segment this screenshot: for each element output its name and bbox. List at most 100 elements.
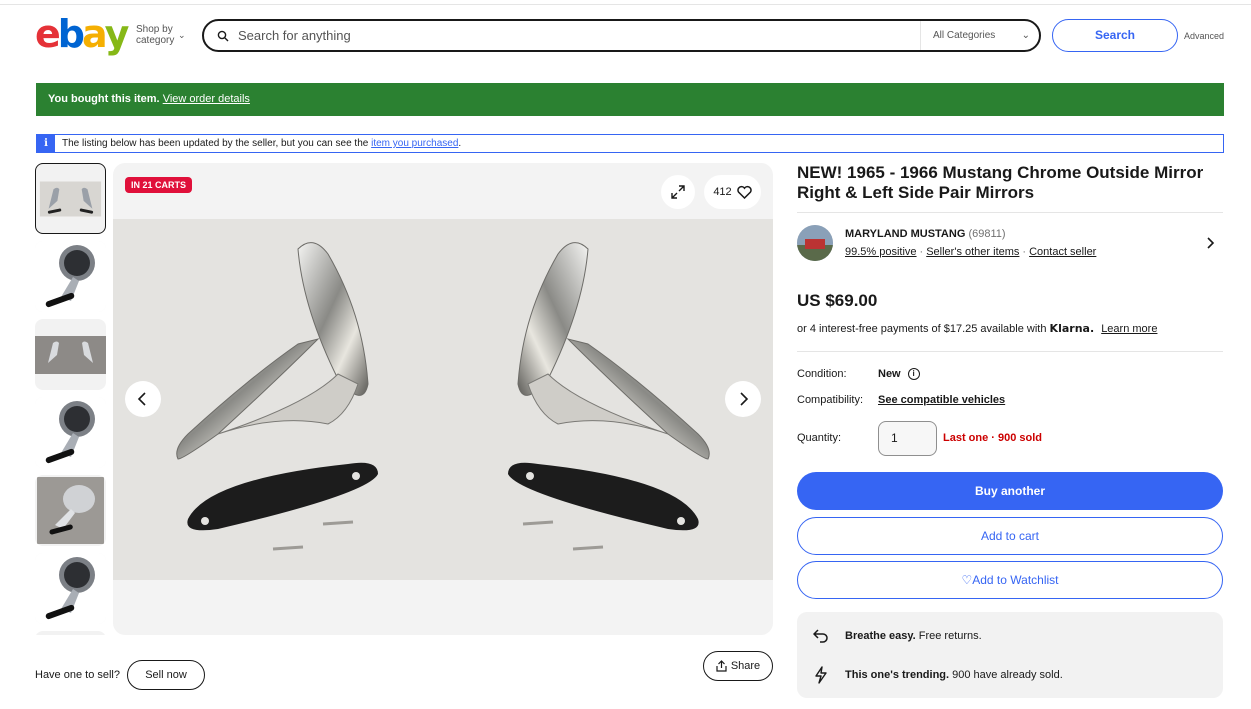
single-mirror-thumbnail-image — [35, 241, 106, 312]
see-compatible-vehicles-link[interactable]: See compatible vehicles — [878, 394, 1005, 406]
dot-separator: · — [919, 246, 924, 258]
logo-letter-a: a — [81, 12, 108, 56]
mirror-pair-alt-thumbnail-image — [35, 336, 106, 374]
mirror-closeup-thumbnail-image — [37, 477, 104, 544]
seller-avatar[interactable] — [797, 225, 833, 261]
view-order-link[interactable]: View order details — [163, 93, 250, 105]
seller-other-items-link[interactable]: Seller's other items — [926, 246, 1019, 258]
condition-value-text: New — [878, 368, 901, 380]
learn-more-link[interactable]: Learn more — [1101, 323, 1157, 335]
mirror-pair-thumbnail-image — [39, 181, 102, 217]
installment-info: or 4 interest-free payments of $17.25 av… — [797, 322, 1157, 335]
in-carts-badge: IN 21 CARTS — [125, 177, 193, 193]
search-bar[interactable]: Search for anything All Categories ⌄ — [202, 19, 1041, 52]
chevron-down-icon: ⌄ — [1021, 30, 1030, 41]
dot-separator: · — [1022, 246, 1027, 258]
compatibility-label: Compatibility: — [797, 394, 864, 406]
logo-letter-e: e — [35, 12, 61, 56]
perk-bold-text: Breathe easy. — [845, 630, 916, 642]
shop-by-line2: category — [136, 35, 175, 46]
thumbnail-5[interactable] — [35, 475, 106, 546]
seller-feedback-count: (69811) — [968, 228, 1006, 240]
sell-now-button[interactable]: Sell now — [127, 660, 205, 690]
item-purchased-link[interactable]: item you purchased — [371, 138, 458, 149]
notice-text: The listing below has been updated by th… — [62, 138, 461, 149]
advanced-search-link[interactable]: Advanced — [1184, 31, 1224, 41]
seller-positive-link[interactable]: 99.5% positive — [845, 246, 917, 258]
condition-value: New i — [878, 368, 920, 380]
watch-count-button[interactable]: 412 — [704, 175, 761, 209]
seller-logo-image — [797, 225, 833, 261]
single-mirror-thumbnail-image — [35, 397, 106, 468]
quantity-label: Quantity: — [797, 432, 842, 444]
expand-icon — [671, 185, 685, 199]
seller-name-text: MARYLAND MUSTANG — [845, 228, 966, 240]
perk-text: Free returns. — [918, 630, 982, 642]
category-select[interactable]: All Categories ⌄ — [920, 21, 1040, 50]
perk-trending: This one's trending. 900 have already so… — [811, 665, 1063, 685]
seller-name[interactable]: MARYLAND MUSTANG (69811) — [845, 228, 1006, 240]
contact-seller-link[interactable]: Contact seller — [1029, 246, 1096, 258]
heart-icon: ♡ — [961, 573, 973, 587]
notice-text-before: The listing below has been updated by th… — [62, 138, 369, 149]
item-price: US $69.00 — [797, 291, 878, 310]
seller-links: 99.5% positive · Seller's other items · Cont… — [845, 246, 1096, 258]
installment-text: or 4 interest-free payments of $17.25 av… — [797, 323, 1047, 335]
chevron-right-icon[interactable] — [1205, 236, 1215, 250]
sell-prompt-row: Have one to sell? Sell now — [35, 660, 205, 690]
condition-label: Condition: — [797, 368, 847, 380]
top-divider — [0, 4, 1251, 5]
thumbnail-1[interactable] — [35, 163, 106, 234]
listing-title: NEW! 1965 - 1966 Mustang Chrome Outside … — [797, 163, 1204, 202]
bought-text: You bought this item. — [48, 93, 160, 105]
chevron-left-icon — [137, 392, 146, 406]
perk-free-returns: Breathe easy. Free returns. — [811, 626, 982, 646]
perk-text: 900 have already sold. — [952, 669, 1063, 681]
divider — [797, 351, 1223, 352]
thumbnail-2[interactable] — [35, 241, 106, 312]
perks-panel: Breathe easy. Free returns. This one's t… — [797, 612, 1223, 698]
notice-text-after: . — [458, 138, 462, 149]
single-mirror-thumbnail-image — [35, 553, 106, 624]
shop-by-line1: Shop by — [136, 24, 173, 35]
chevron-down-icon: ⌄ — [178, 30, 186, 40]
shop-by-category[interactable]: Shop by category ⌄ — [136, 24, 186, 46]
buy-another-button[interactable]: Buy another — [797, 472, 1223, 510]
share-button[interactable]: Share — [703, 651, 773, 681]
thumbnail-4[interactable] — [35, 397, 106, 468]
search-input[interactable]: Search for anything — [238, 28, 1039, 43]
chevron-right-icon — [740, 392, 749, 406]
thumbnail-strip — [35, 163, 107, 635]
expand-image-button[interactable] — [661, 175, 695, 209]
lightning-icon — [811, 665, 831, 685]
return-icon — [811, 626, 831, 646]
share-icon — [716, 660, 727, 672]
thumbnail-3[interactable] — [35, 319, 106, 390]
quantity-availability: Last one · 900 sold — [943, 432, 1043, 444]
search-button[interactable]: Search — [1052, 19, 1178, 52]
info-icon: i — [37, 135, 55, 152]
heart-icon — [736, 185, 752, 199]
info-icon[interactable]: i — [907, 368, 920, 380]
thumbnail-6[interactable] — [35, 553, 106, 624]
previous-image-button[interactable] — [125, 381, 161, 417]
klarna-logo: Klarna. — [1049, 322, 1095, 335]
next-image-button[interactable] — [725, 381, 761, 417]
add-to-cart-button[interactable]: Add to cart — [797, 517, 1223, 555]
logo-letter-b: b — [57, 12, 85, 56]
add-to-watchlist-label: Add to Watchlist — [972, 573, 1059, 587]
perk-bold-text: This one's trending. — [845, 669, 950, 681]
listing-updated-notice: i The listing below has been updated by … — [36, 134, 1224, 153]
thumbnail-7[interactable] — [35, 631, 106, 635]
search-icon — [217, 30, 229, 41]
product-photo-mirrors[interactable] — [113, 219, 773, 580]
purchase-banner: You bought this item. View order details — [36, 83, 1224, 116]
logo-letter-y: y — [104, 12, 130, 56]
ebay-logo[interactable]: e b a y — [35, 12, 130, 56]
share-label: Share — [730, 660, 761, 672]
watch-count: 412 — [713, 186, 732, 198]
category-select-value: All Categories — [933, 30, 996, 41]
add-to-watchlist-button[interactable]: ♡Add to Watchlist — [797, 561, 1223, 599]
sell-prompt-text: Have one to sell? — [35, 669, 120, 681]
quantity-input[interactable]: 1 — [878, 421, 937, 456]
